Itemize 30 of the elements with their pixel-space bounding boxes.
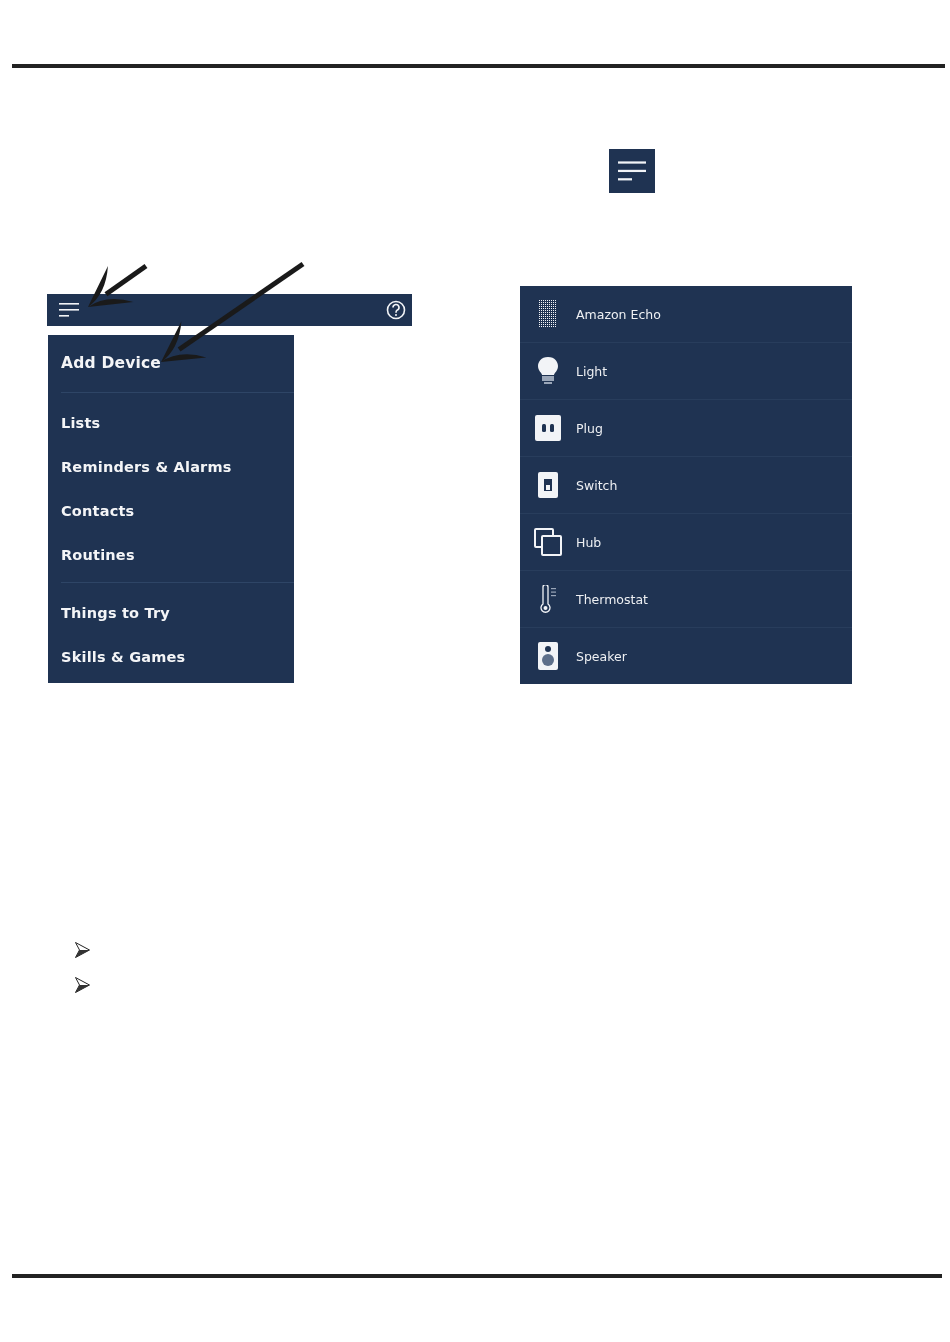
thermometer-icon: [539, 585, 557, 613]
menu-item[interactable]: Things to Try: [61, 591, 294, 635]
device-type-item[interactable]: Switch: [520, 457, 852, 514]
menu-item[interactable]: Routines: [61, 533, 294, 577]
outlet-icon: [535, 415, 561, 441]
arrowhead-bullet-icon: [75, 977, 90, 993]
help-icon: [386, 300, 406, 320]
menu-item[interactable]: Lists: [61, 401, 294, 445]
menu-item[interactable]: Add Device: [61, 341, 294, 385]
device-type-item[interactable]: Thermostat: [520, 571, 852, 628]
menu-item[interactable]: Contacts: [61, 489, 294, 533]
menu-icon: [59, 302, 79, 318]
device-type-item[interactable]: Speaker: [520, 628, 852, 684]
device-type-item[interactable]: Hub: [520, 514, 852, 571]
light-bulb-icon: [538, 357, 558, 385]
menu-icon: [618, 159, 646, 183]
wall-switch-icon: [538, 472, 558, 498]
overlapping-squares-icon: [534, 528, 562, 556]
device-type-item[interactable]: Amazon Echo: [520, 286, 852, 343]
menu-item[interactable]: Reminders & Alarms: [61, 445, 294, 489]
speaker-tower-icon: [539, 300, 557, 328]
menu-button[interactable]: [59, 302, 79, 318]
pointer-arrow: [88, 263, 148, 307]
menu-button[interactable]: [609, 149, 655, 193]
help-button[interactable]: [386, 300, 406, 320]
speaker-icon: [538, 642, 558, 670]
device-type-item[interactable]: Light: [520, 343, 852, 400]
arrowhead-bullet-icon: [75, 942, 90, 958]
menu-item[interactable]: Skills & Games: [61, 635, 294, 679]
device-type-item[interactable]: Plug: [520, 400, 852, 457]
